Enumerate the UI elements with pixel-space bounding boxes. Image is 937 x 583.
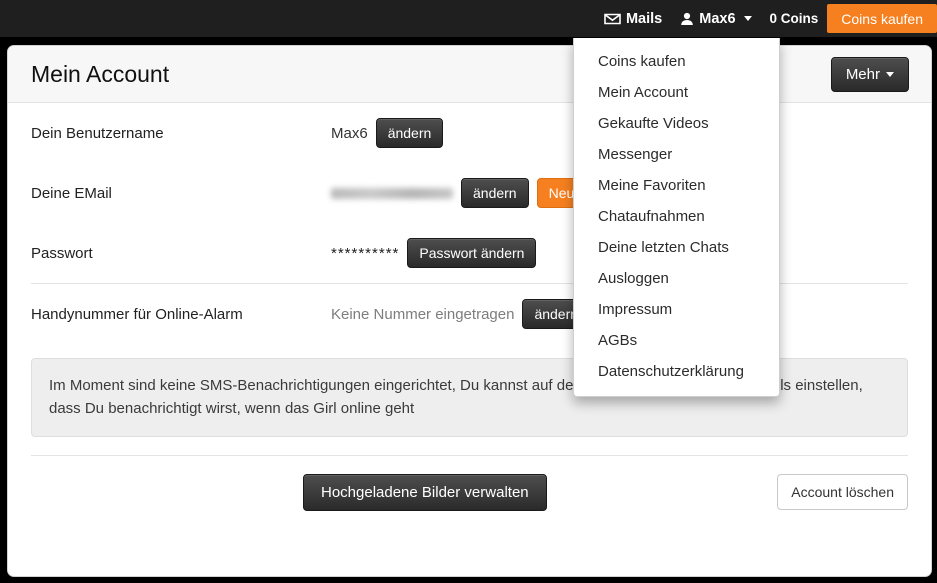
delete-account-button[interactable]: Account löschen (777, 474, 908, 510)
more-button[interactable]: Mehr (830, 56, 909, 92)
envelope-icon (604, 13, 621, 25)
buy-coins-button[interactable]: Coins kaufen (827, 4, 937, 33)
coins-balance-label: 0 Coins (769, 11, 819, 26)
user-menu-toggle[interactable]: Max6 (671, 0, 760, 37)
footer-actions: Hochgeladene Bilder verwalten Account lö… (31, 456, 908, 511)
dropdown-item-meine-favoriten[interactable]: Meine Favoriten (574, 170, 779, 201)
top-navigation: Mails Max6 0 Coins Coins kaufen (595, 0, 937, 37)
mails-nav-label: Mails (625, 10, 663, 27)
dropdown-item-impressum[interactable]: Impressum (574, 294, 779, 325)
chevron-down-icon (743, 16, 752, 21)
page-title: Mein Account (31, 60, 170, 87)
mails-nav-item[interactable]: Mails (595, 0, 671, 37)
account-card: Mein Account Mehr Dein Benutzername Max6… (7, 45, 932, 577)
dropdown-item-gekaufte-videos[interactable]: Gekaufte Videos (574, 108, 779, 139)
buy-coins-label: Coins kaufen (841, 10, 923, 27)
change-password-button[interactable]: Passwort ändern (407, 238, 537, 268)
row-email-value-group: ändern Neu (331, 178, 587, 208)
row-phone-value: Keine Nummer eingetragen (331, 305, 515, 323)
row-password-value-group: ********** Passwort ändern (331, 238, 537, 268)
chevron-down-icon (886, 71, 894, 77)
dropdown-item-mein-account[interactable]: Mein Account (574, 77, 779, 108)
change-username-button[interactable]: ändern (375, 118, 444, 148)
card-header: Mein Account Mehr (8, 46, 931, 103)
row-username-value: Max6 (331, 124, 368, 142)
dropdown-item-chataufnahmen[interactable]: Chataufnahmen (574, 201, 779, 232)
row-email-value-redacted (331, 187, 453, 199)
dropdown-item-datenschutz[interactable]: Datenschutzerklärung (574, 356, 779, 387)
card-body: Dein Benutzername Max6 ändern Deine EMai… (8, 103, 931, 511)
dropdown-item-messenger[interactable]: Messenger (574, 139, 779, 170)
row-phone-value-group: Keine Nummer eingetragen ändern (331, 299, 591, 329)
row-password-value: ********** (331, 244, 400, 262)
manage-uploaded-images-button[interactable]: Hochgeladene Bilder verwalten (303, 473, 547, 511)
row-password-label: Passwort (31, 244, 93, 262)
dropdown-item-agbs[interactable]: AGBs (574, 325, 779, 356)
more-button-label: Mehr (845, 65, 880, 83)
row-email-label: Deine EMail (31, 184, 112, 202)
dropdown-item-deine-letzten-chats[interactable]: Deine letzten Chats (574, 232, 779, 263)
dropdown-item-ausloggen[interactable]: Ausloggen (574, 263, 779, 294)
coins-balance: 0 Coins (761, 0, 828, 37)
row-username-value-group: Max6 ändern (331, 118, 444, 148)
user-menu-label: Max6 (699, 10, 736, 27)
row-phone-label: Handynummer für Online-Alarm (31, 305, 243, 323)
user-dropdown-menu: Coins kaufen Mein Account Gekaufte Video… (573, 38, 780, 397)
top-bar: Mails Max6 0 Coins Coins kaufen (0, 0, 937, 37)
change-email-button[interactable]: ändern (461, 178, 529, 208)
row-username-label: Dein Benutzername (31, 124, 164, 142)
person-icon (680, 12, 694, 26)
dropdown-item-coins-kaufen[interactable]: Coins kaufen (574, 46, 779, 77)
